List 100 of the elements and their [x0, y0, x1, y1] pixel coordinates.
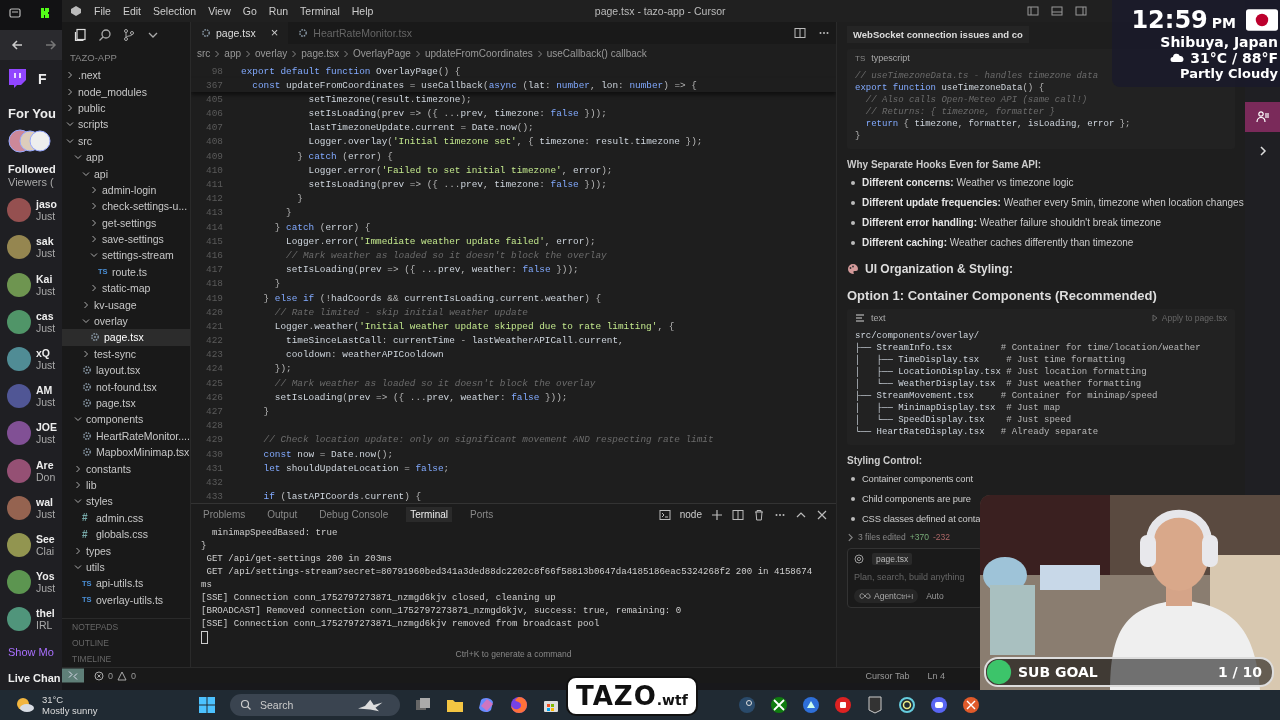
panel-tab[interactable]: Terminal	[406, 507, 452, 522]
tree-item[interactable]: save-settings	[62, 230, 190, 248]
warning-icon[interactable]	[117, 670, 127, 681]
shell-label[interactable]: node	[679, 509, 702, 520]
avatar[interactable]	[7, 570, 31, 595]
tree-item[interactable]: src	[62, 132, 190, 149]
k-logo-icon[interactable]	[38, 6, 52, 20]
tree-item[interactable]: styles	[62, 493, 190, 510]
trash-icon[interactable]	[753, 508, 765, 521]
tree-item[interactable]: settings-stream	[62, 247, 190, 264]
tree-item[interactable]: get-settings	[62, 214, 190, 231]
warning-count[interactable]: 0	[131, 670, 137, 681]
channel-name[interactable]: xQ	[36, 346, 56, 359]
channel-name[interactable]: Are	[36, 458, 56, 471]
tree-item[interactable]: page.tsx	[62, 329, 190, 346]
tree-item[interactable]: not-found.tsx	[62, 378, 190, 395]
twitch-logo-icon[interactable]	[6, 67, 28, 90]
channel-name[interactable]: Yos	[36, 570, 56, 583]
tree-item[interactable]: check-settings-u...	[62, 198, 190, 215]
panel-tab[interactable]: Output	[263, 507, 302, 522]
tree-item[interactable]: components	[62, 411, 190, 428]
tree-item[interactable]: public	[62, 99, 190, 117]
tree-item[interactable]: api	[62, 165, 190, 182]
channel-name[interactable]: thel	[36, 607, 55, 620]
menu-item[interactable]: Run	[268, 5, 289, 17]
swirl-icon[interactable]	[898, 696, 916, 714]
status-item[interactable]: Cursor Tab	[865, 670, 910, 681]
avatar[interactable]	[7, 272, 31, 297]
tree-item[interactable]: utils	[62, 558, 190, 576]
plus-icon[interactable]	[711, 508, 723, 521]
breadcrumb-item[interactable]: overlay	[255, 48, 288, 60]
breadcrumb-item[interactable]: src	[197, 48, 211, 60]
panel-tab[interactable]: Debug Console	[315, 507, 393, 522]
windows-start-icon[interactable]	[198, 696, 216, 714]
tree-item[interactable]: # admin.css	[62, 509, 190, 526]
panel-toggle-icon[interactable]	[1051, 5, 1063, 17]
menu-item[interactable]: Selection	[153, 5, 197, 17]
tree-item[interactable]: app	[62, 148, 190, 166]
error-icon[interactable]	[94, 670, 104, 681]
search-icon[interactable]	[98, 28, 112, 42]
tree-item[interactable]: node_modules	[62, 83, 190, 100]
channel-name[interactable]: sak	[36, 235, 56, 248]
xbox-icon[interactable]	[770, 696, 788, 714]
model-selector[interactable]: Auto	[926, 591, 944, 601]
split-icon[interactable]	[732, 508, 744, 521]
menu-item[interactable]: Help	[351, 5, 374, 17]
menu-item[interactable]: File	[94, 5, 111, 17]
menu-item[interactable]: Terminal	[300, 5, 340, 17]
menu-item[interactable]: Edit	[122, 5, 141, 17]
menu-item[interactable]: Go	[242, 5, 257, 17]
avatar[interactable]	[7, 421, 31, 446]
channel-name[interactable]: See	[36, 532, 55, 545]
browser-fox-icon[interactable]	[510, 696, 528, 714]
tree-item[interactable]: .next	[62, 67, 190, 84]
avatar[interactable]	[7, 309, 31, 334]
channel-name[interactable]: wal	[36, 495, 56, 508]
close-button[interactable]: ×	[270, 25, 279, 41]
tree-item[interactable]: # globals.css	[62, 525, 190, 543]
tree-item[interactable]: static-map	[62, 280, 190, 297]
avatar[interactable]	[7, 495, 31, 520]
close-icon[interactable]	[816, 508, 828, 521]
game-launcher-icon[interactable]	[866, 696, 884, 714]
channel-name[interactable]: JOE	[36, 421, 57, 434]
source-control-icon[interactable]	[122, 28, 136, 42]
avatar[interactable]	[7, 607, 31, 632]
channel-name[interactable]: jaso	[36, 198, 57, 211]
error-count[interactable]: 0	[108, 670, 113, 681]
avatar[interactable]	[7, 235, 31, 260]
chat-input[interactable]: Plan, search, build anything	[854, 570, 974, 584]
tree-item[interactable]: admin-login	[62, 181, 190, 199]
app-icon[interactable]	[834, 696, 852, 714]
tab-icon[interactable]	[8, 6, 22, 20]
show-more-link[interactable]: Show Mo	[0, 638, 62, 666]
breadcrumb-item[interactable]: app	[224, 48, 242, 60]
breadcrumb-item[interactable]: updateFromCoordinates	[424, 48, 533, 60]
tree-item[interactable]: layout.tsx	[62, 362, 190, 379]
viewers-button[interactable]	[1245, 102, 1280, 132]
panel-tab[interactable]: Problems	[199, 507, 250, 522]
sidebar-toggle-icon[interactable]	[1027, 5, 1039, 17]
channel-name[interactable]: Kai	[36, 272, 56, 285]
edit-summary[interactable]: 3 files edited	[858, 532, 906, 542]
tree-item[interactable]: overlay	[62, 312, 190, 330]
tree-item[interactable]: constants	[62, 460, 190, 477]
tree-item[interactable]: page.tsx	[62, 394, 190, 412]
forward-arrow-icon[interactable]	[44, 37, 58, 52]
back-arrow-icon[interactable]	[10, 37, 24, 52]
breadcrumb-item[interactable]: page.tsx	[301, 48, 340, 60]
weather-condition[interactable]: Mostly sunny	[42, 705, 192, 716]
chat-app-icon[interactable]	[930, 696, 948, 714]
avatar-stack-icon[interactable]	[8, 128, 52, 153]
tree-item[interactable]: MapboxMinimap.tsx	[62, 444, 190, 461]
layout-icon[interactable]	[1075, 5, 1087, 17]
chat-tab[interactable]: WebSocket connection issues and co	[847, 26, 1029, 43]
status-item[interactable]: Ln 4	[927, 670, 945, 681]
copilot-icon[interactable]	[478, 696, 496, 714]
steam-icon[interactable]	[738, 696, 756, 714]
editor-tab[interactable]: page.tsx ×	[191, 22, 289, 44]
split-editor-icon[interactable]	[794, 26, 806, 39]
tree-item[interactable]: HeartRateMonitor....	[62, 427, 190, 444]
menu-item[interactable]: View	[208, 5, 231, 17]
